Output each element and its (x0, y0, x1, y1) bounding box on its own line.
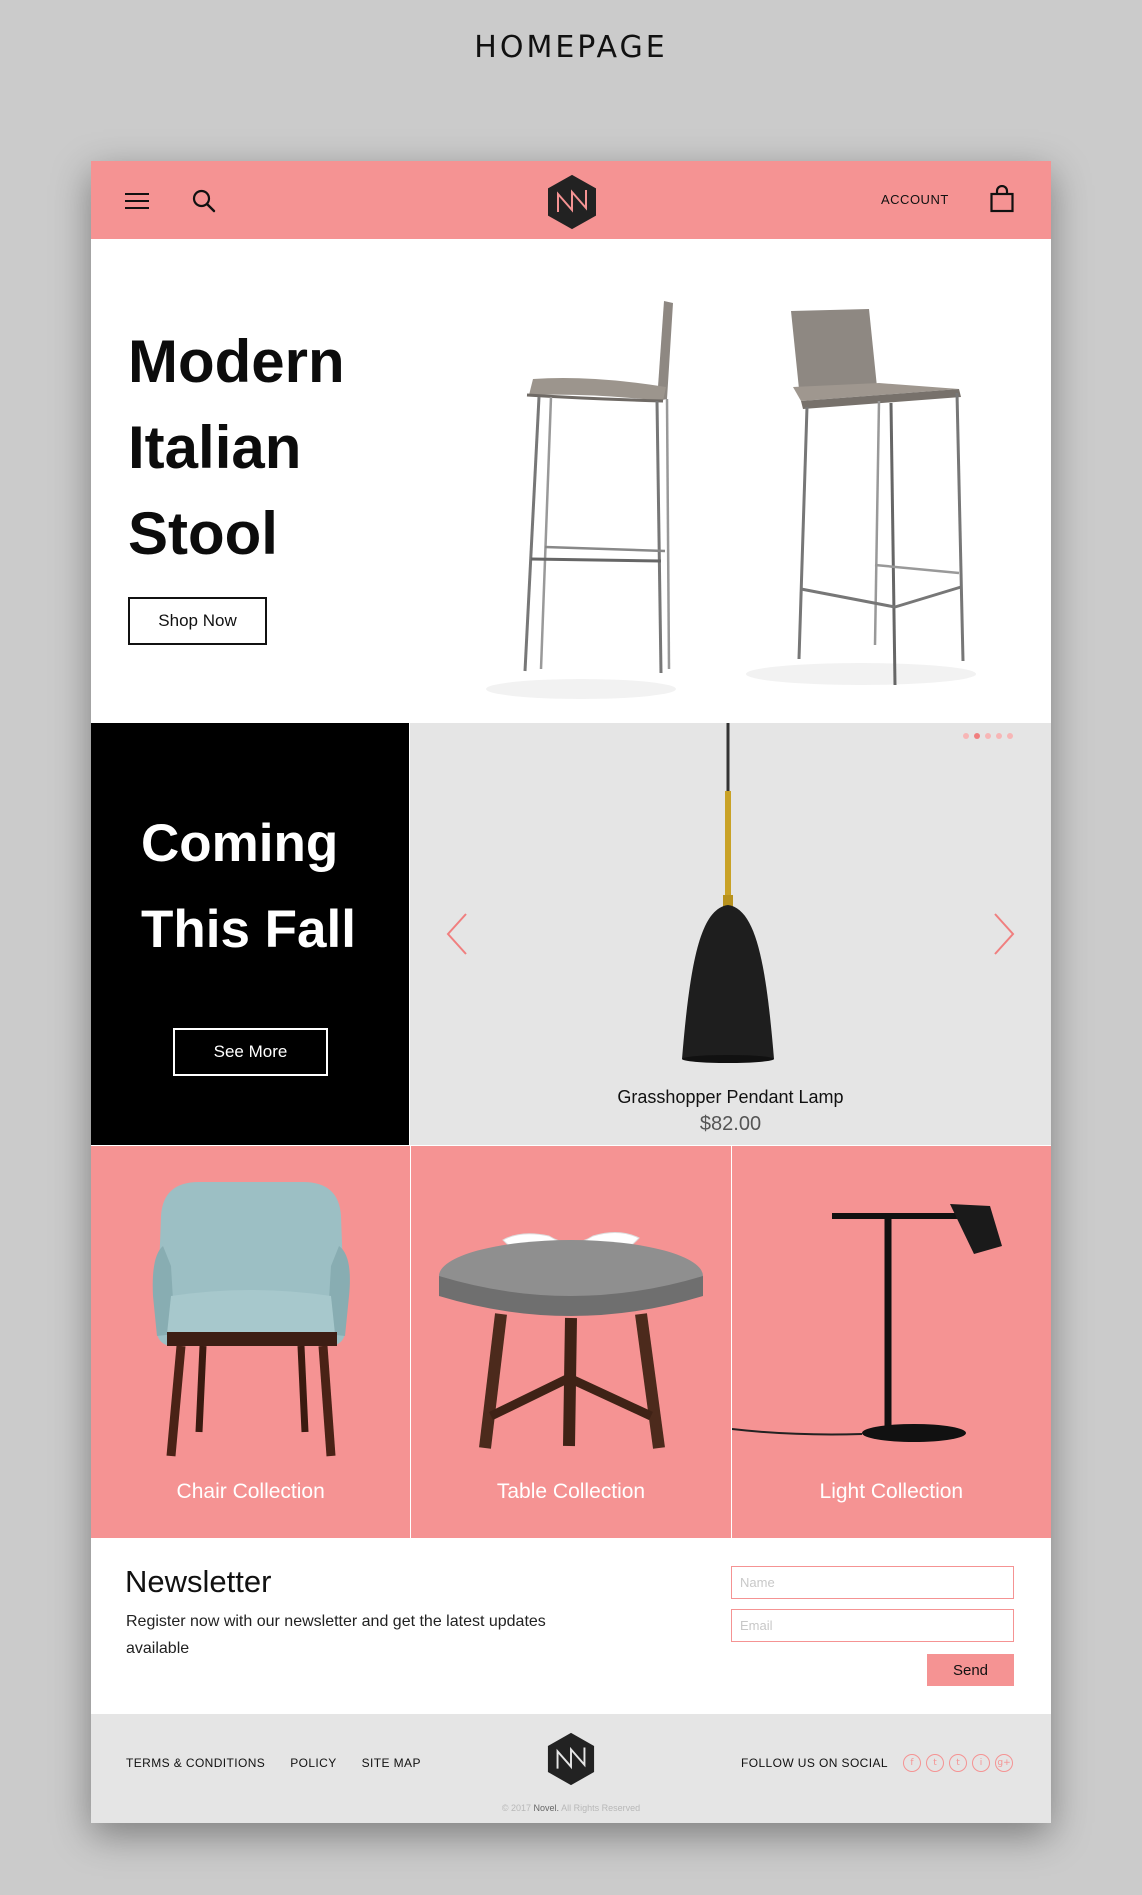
instagram-icon[interactable]: i (972, 1754, 990, 1772)
twitter-icon[interactable]: t (926, 1754, 944, 1772)
promo-title-line: Coming (141, 814, 339, 873)
carousel-dot[interactable] (985, 733, 991, 739)
collection-label: Light Collection (819, 1480, 964, 1503)
coming-this-fall-panel: Coming This Fall See More (91, 723, 409, 1145)
hero-section: Modern Italian Stool Shop Now (91, 239, 1051, 723)
promo-title: Coming This Fall (141, 801, 401, 973)
carousel-dots (963, 733, 1013, 739)
stools-image (486, 301, 976, 699)
carousel-dot[interactable] (963, 733, 969, 739)
footer-links: TERMS & CONDITIONS POLICY SITE MAP (126, 1756, 421, 1770)
hero-title: Modern Italian Stool (128, 319, 448, 577)
carousel-dot[interactable] (996, 733, 1002, 739)
table-collection-tile[interactable]: Table Collection (411, 1146, 731, 1538)
promo-title-line: This Fall (141, 900, 356, 959)
copyright-suffix: All Rights Reserved (559, 1803, 641, 1813)
footer: TERMS & CONDITIONS POLICY SITE MAP FOLLO… (91, 1714, 1051, 1823)
product-carousel: Grasshopper Pendant Lamp $82.00 (410, 723, 1051, 1145)
footer-logo-icon[interactable] (546, 1732, 596, 1786)
email-input[interactable] (731, 1609, 1014, 1642)
carousel-dot[interactable] (1007, 733, 1013, 739)
follow-label: FOLLOW US ON SOCIAL (741, 1756, 888, 1770)
copyright-prefix: © 2017 (501, 1803, 534, 1813)
chair-collection-tile[interactable]: Chair Collection (91, 1146, 411, 1538)
copyright: © 2017 Novel. All Rights Reserved (91, 1803, 1051, 1813)
chevron-left-icon[interactable] (444, 911, 470, 957)
policy-link[interactable]: POLICY (290, 1756, 336, 1770)
hamburger-menu-icon[interactable] (125, 191, 149, 211)
logo-icon[interactable] (546, 174, 598, 230)
social-icons: f t t i g+ (903, 1754, 1013, 1772)
hero-title-line: Italian (128, 414, 302, 481)
hero-title-line: Stool (128, 500, 278, 567)
account-link[interactable]: ACCOUNT (881, 192, 949, 207)
top-navbar: ACCOUNT (91, 161, 1051, 239)
hero-title-line: Modern (128, 328, 345, 395)
collection-label: Table Collection (496, 1480, 646, 1503)
page-label: HOMEPAGE (474, 30, 668, 65)
facebook-icon[interactable]: f (903, 1754, 921, 1772)
chevron-right-icon[interactable] (991, 911, 1017, 957)
terms-link[interactable]: TERMS & CONDITIONS (126, 1756, 265, 1770)
copyright-brand: Novel. (533, 1803, 560, 1813)
see-more-button[interactable]: See More (173, 1028, 328, 1076)
name-input[interactable] (731, 1566, 1014, 1599)
collections-grid: Chair Collection Table Collection Light … (91, 1146, 1051, 1538)
light-collection-tile[interactable]: Light Collection (731, 1146, 1051, 1538)
shopping-bag-icon[interactable] (989, 185, 1015, 213)
collection-label: Chair Collection (176, 1480, 325, 1503)
tumblr-icon[interactable]: t (949, 1754, 967, 1772)
product-name[interactable]: Grasshopper Pendant Lamp (410, 1087, 1051, 1108)
google-plus-icon[interactable]: g+ (995, 1754, 1013, 1772)
homepage-frame: ACCOUNT Modern Italian Stool Shop Now Co… (91, 161, 1051, 1823)
newsletter-section: Newsletter Register now with our newslet… (91, 1538, 1051, 1714)
product-price: $82.00 (699, 1113, 762, 1135)
pendant-lamp-image (682, 723, 774, 1063)
shop-now-button[interactable]: Shop Now (128, 597, 267, 645)
search-icon[interactable] (191, 188, 217, 214)
carousel-dot-active[interactable] (974, 733, 980, 739)
site-map-link[interactable]: SITE MAP (362, 1756, 421, 1770)
newsletter-title: Newsletter (125, 1564, 272, 1599)
send-button[interactable]: Send (927, 1654, 1014, 1686)
newsletter-text: Register now with our newsletter and get… (126, 1613, 546, 1657)
